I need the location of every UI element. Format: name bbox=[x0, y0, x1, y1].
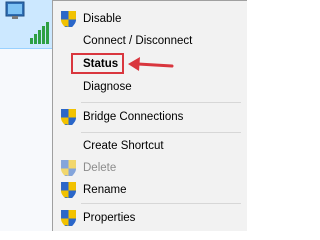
menu-item-label: Properties bbox=[83, 212, 136, 224]
menu-item-properties[interactable]: Properties bbox=[53, 207, 247, 229]
menu-item-label: Bridge Connections bbox=[83, 111, 184, 123]
menu-item-label: Connect / Disconnect bbox=[83, 35, 193, 47]
uac-shield-icon bbox=[61, 182, 76, 198]
menu-item-disable[interactable]: Disable bbox=[53, 8, 247, 30]
menu-item-create-shortcut[interactable]: Create Shortcut bbox=[53, 135, 247, 157]
menu-item-delete: Delete bbox=[53, 157, 247, 179]
menu-separator bbox=[81, 102, 241, 103]
menu-separator bbox=[81, 203, 241, 204]
uac-shield-icon bbox=[61, 109, 76, 125]
menu-item-label: Delete bbox=[83, 162, 117, 174]
network-adapter-item[interactable] bbox=[0, 0, 53, 49]
uac-shield-icon bbox=[61, 160, 76, 176]
menu-item-label: Diagnose bbox=[83, 81, 132, 93]
menu-item-connect-disconnect[interactable]: Connect / Disconnect bbox=[53, 30, 247, 52]
uac-shield-icon bbox=[61, 11, 76, 27]
menu-item-label: Create Shortcut bbox=[83, 140, 164, 152]
uac-shield-icon bbox=[61, 210, 76, 226]
menu-item-diagnose[interactable]: Diagnose bbox=[53, 76, 247, 98]
menu-separator bbox=[81, 132, 241, 133]
status-highlight-box bbox=[71, 53, 124, 74]
network-adapter-icon bbox=[5, 1, 49, 44]
menu-item-label: Rename bbox=[83, 184, 127, 196]
menu-item-rename[interactable]: Rename bbox=[53, 179, 247, 201]
red-arrow-icon bbox=[128, 57, 174, 71]
menu-item-bridge-connections[interactable]: Bridge Connections bbox=[53, 106, 247, 128]
menu-item-label: Disable bbox=[83, 13, 122, 25]
